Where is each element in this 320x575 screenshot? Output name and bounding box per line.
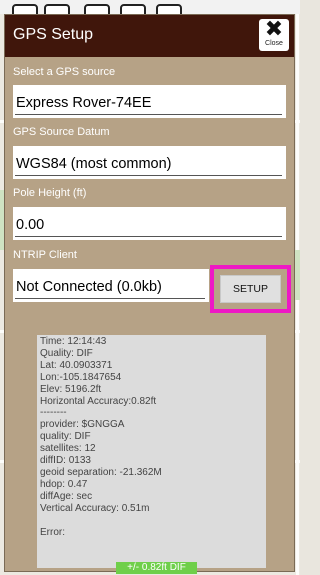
pole-height-label: Pole Height (ft)	[13, 187, 87, 199]
setup-highlight: SETUP	[210, 265, 291, 313]
close-button[interactable]: ✖ Close	[259, 19, 289, 51]
gps-setup-dialog: GPS Setup ✖ Close Select a GPS source Ex…	[4, 14, 295, 572]
ntrip-setup-button[interactable]: SETUP	[220, 275, 281, 303]
status-line: Vertical Accuracy: 0.51m	[40, 502, 150, 514]
status-line: --------	[40, 407, 67, 419]
gps-datum-value: WGS84 (most common)	[16, 156, 172, 172]
gps-source-label: Select a GPS source	[13, 66, 116, 78]
status-line: Horizontal Accuracy:0.82ft	[40, 395, 157, 407]
status-line: Lat: 40.0903371	[40, 359, 113, 371]
status-line: Lon:-105.1847654	[40, 371, 122, 383]
status-line: quality: DIF	[40, 431, 91, 443]
accuracy-readout: +/- 0.82ft DIF	[116, 562, 197, 574]
dialog-title: GPS Setup	[13, 26, 94, 43]
gps-source-value: Express Rover-74EE	[16, 95, 152, 111]
gps-status-panel: Time: 12:14:43 Quality: DIF Lat: 40.090337…	[37, 335, 266, 568]
close-icon: ✖	[264, 17, 284, 42]
status-line: diffAge: sec	[40, 490, 93, 502]
pole-height-value: 0.00	[16, 217, 45, 233]
status-line: geoid separation: -21.362M	[40, 466, 162, 478]
status-line: provider: $GNGGA	[40, 419, 125, 431]
map-toolbar	[0, 0, 300, 24]
status-line: hdop: 0.47	[40, 478, 88, 490]
ntrip-client-label: NTRIP Client	[13, 249, 77, 261]
status-line: satellites: 12	[40, 443, 96, 455]
ntrip-status-value: Not Connected (0.0kb)	[16, 279, 162, 295]
dialog-header: GPS Setup ✖ Close	[5, 15, 294, 57]
status-line: Error:	[40, 526, 65, 538]
status-line: Quality: DIF	[40, 347, 93, 359]
gps-datum-select[interactable]: WGS84 (most common)	[13, 146, 286, 179]
gps-source-select[interactable]: Express Rover-74EE	[13, 85, 286, 118]
close-label: Close	[265, 40, 283, 47]
status-line: Time: 12:14:43	[40, 336, 107, 347]
status-line: Elev: 5196.2ft	[40, 383, 102, 395]
ntrip-status-field: Not Connected (0.0kb)	[13, 269, 209, 302]
status-line	[40, 515, 263, 527]
gps-datum-label: GPS Source Datum	[13, 126, 110, 138]
pole-height-input[interactable]: 0.00	[13, 207, 286, 240]
status-line: diffID: 0133	[40, 455, 91, 467]
